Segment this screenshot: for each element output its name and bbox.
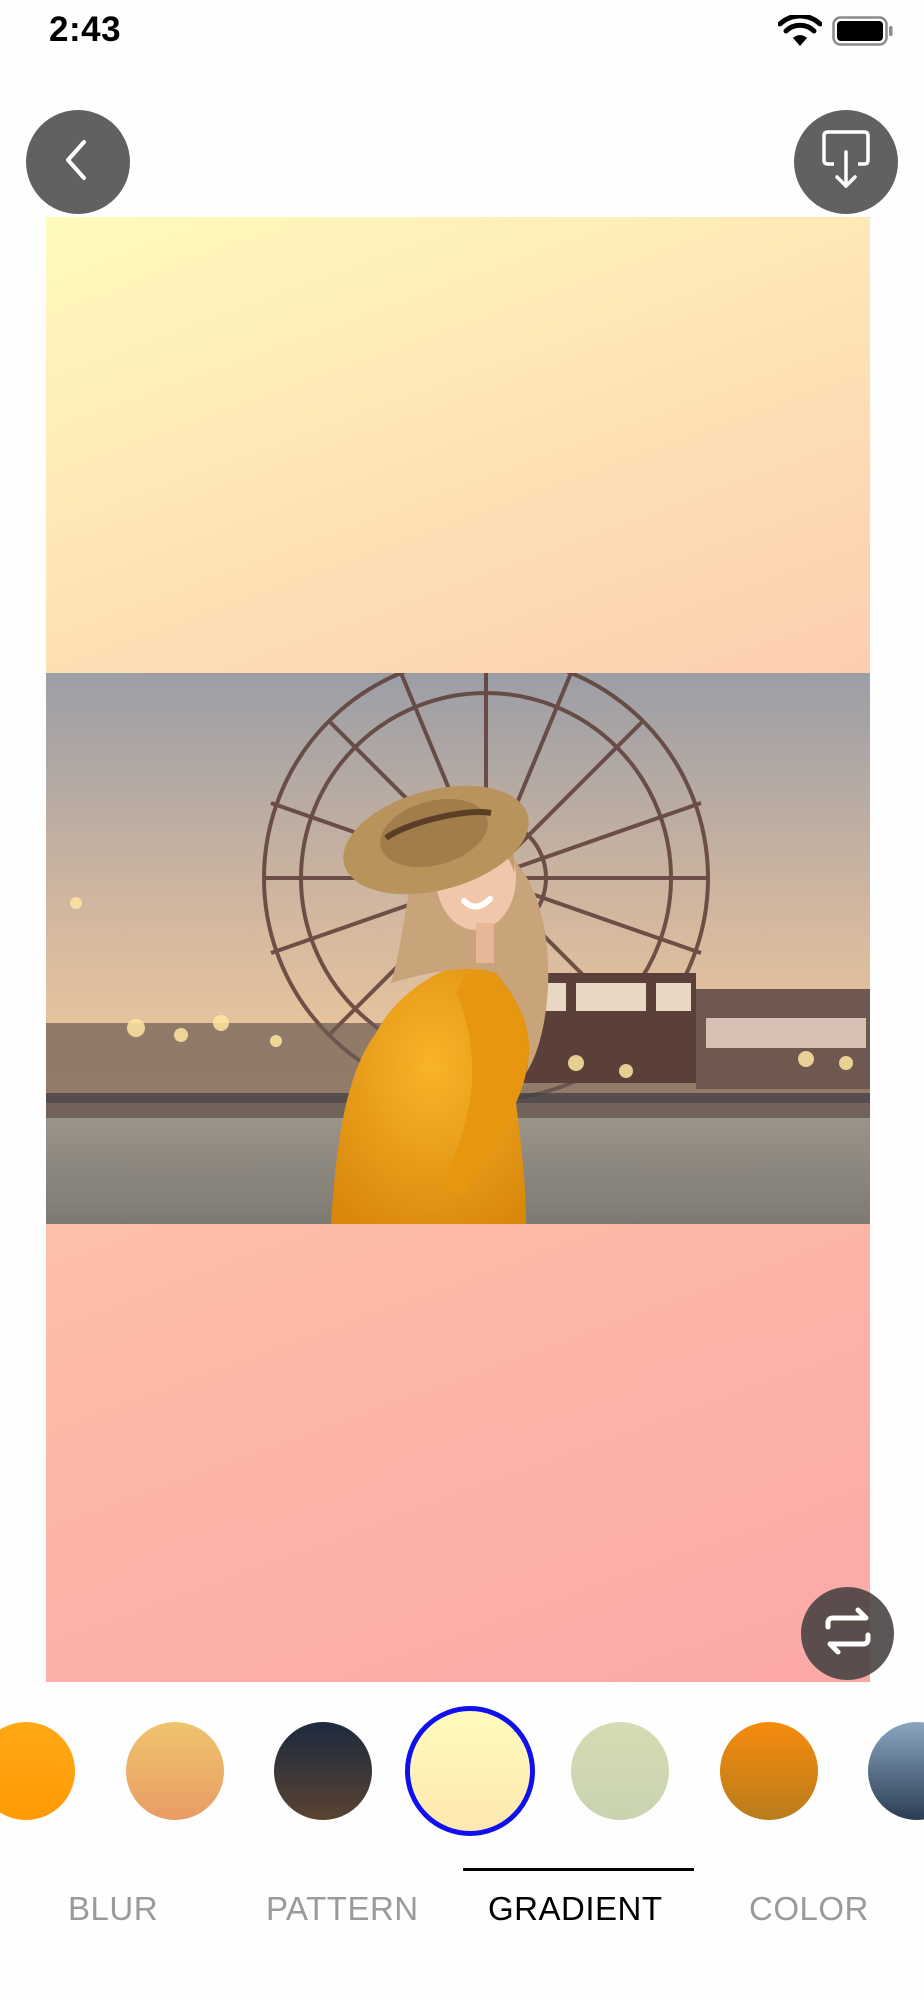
wifi-icon: [777, 13, 823, 47]
tab-pattern[interactable]: PATTERN: [266, 1890, 419, 1928]
gradient-swatch[interactable]: [720, 1722, 818, 1820]
gradient-canvas: [46, 217, 870, 1682]
gradient-swatch[interactable]: [868, 1722, 924, 1820]
swap-arrows-icon: [822, 1605, 874, 1662]
gradient-swatch-selected[interactable]: [405, 1706, 535, 1836]
swap-button[interactable]: [801, 1587, 894, 1680]
status-bar: 2:43: [0, 0, 924, 64]
gradient-swatch[interactable]: [571, 1722, 669, 1820]
gradient-swatch[interactable]: [126, 1722, 224, 1820]
tab-color[interactable]: COLOR: [749, 1890, 869, 1928]
gradient-swatches: [0, 1690, 924, 1850]
tab-blur[interactable]: BLUR: [68, 1890, 158, 1928]
gradient-swatch[interactable]: [0, 1722, 75, 1820]
gradient-swatch[interactable]: [274, 1722, 372, 1820]
active-tab-indicator: [463, 1868, 694, 1871]
download-button[interactable]: [794, 110, 898, 214]
photo[interactable]: [46, 673, 870, 1224]
back-button[interactable]: [26, 110, 130, 214]
status-time: 2:43: [49, 10, 122, 49]
tab-gradient[interactable]: GRADIENT: [488, 1890, 663, 1928]
chevron-left-icon: [58, 136, 98, 189]
battery-icon: [832, 16, 894, 46]
download-icon: [820, 128, 872, 197]
